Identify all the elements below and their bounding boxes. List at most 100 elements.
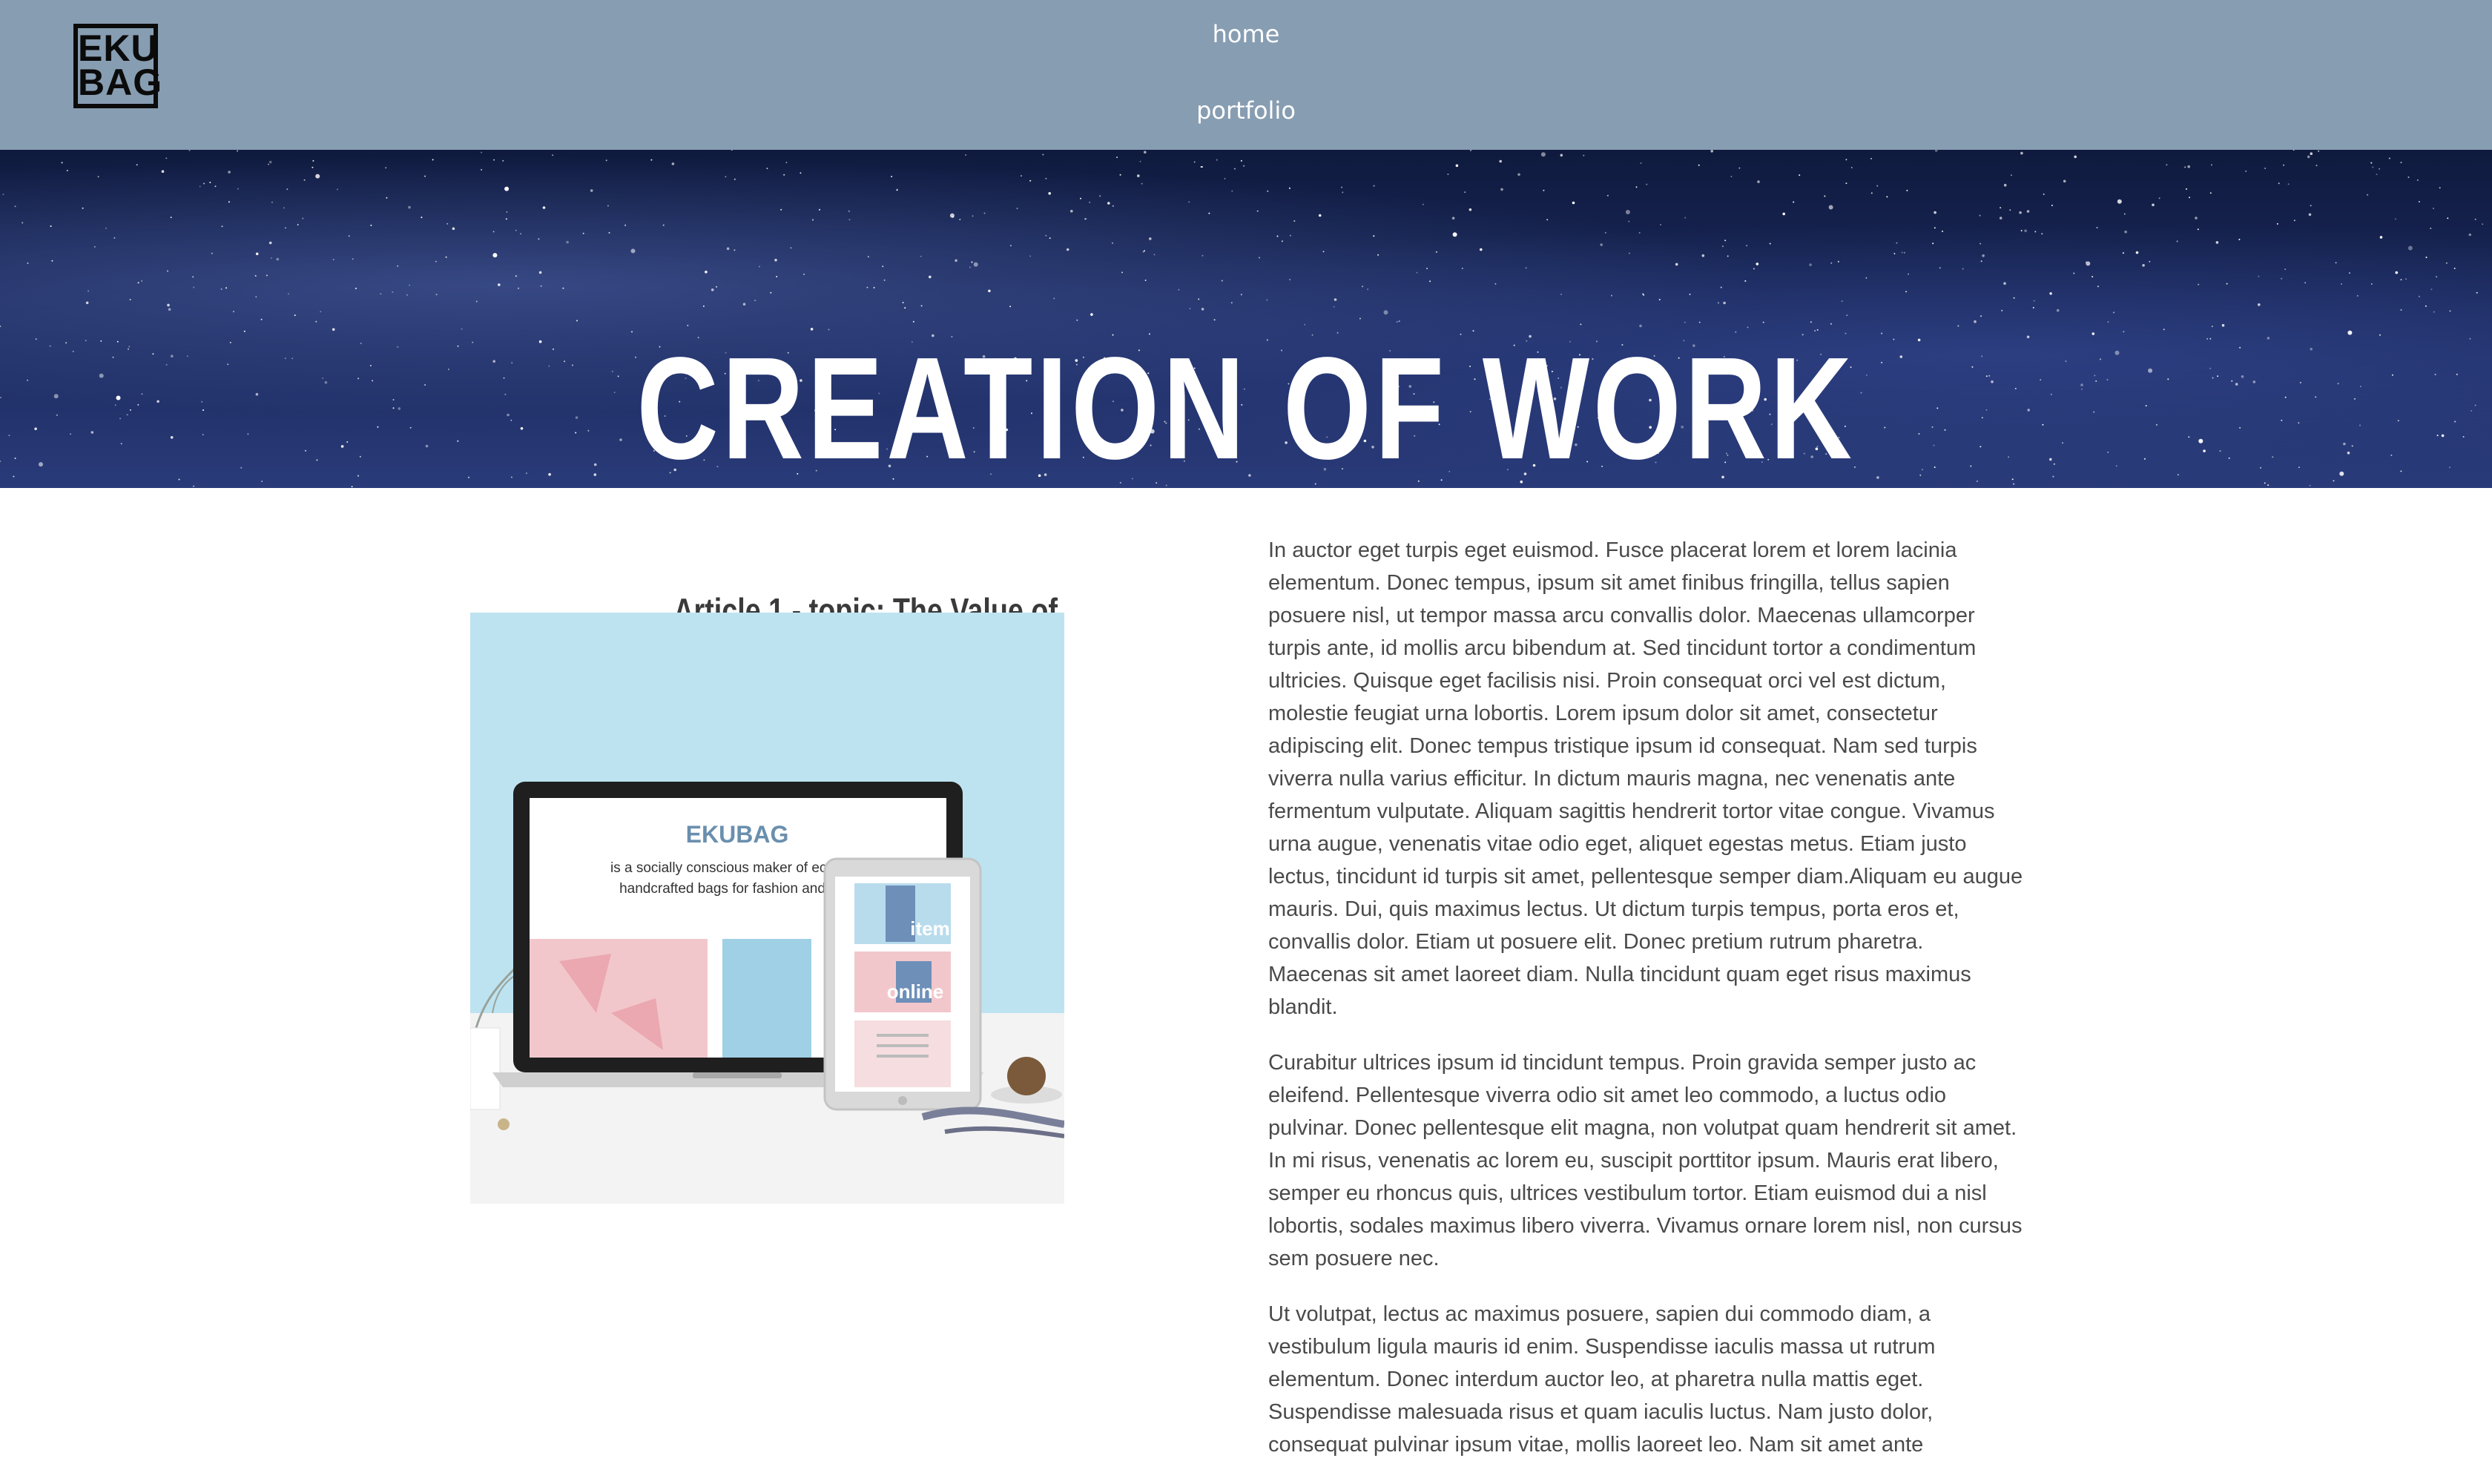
star bbox=[2436, 435, 2439, 437]
star bbox=[2400, 470, 2402, 472]
star bbox=[2135, 251, 2139, 254]
star bbox=[1359, 317, 1361, 320]
star bbox=[2315, 165, 2318, 167]
star bbox=[352, 258, 354, 260]
star bbox=[267, 163, 269, 165]
star bbox=[1756, 263, 1759, 266]
star bbox=[2339, 471, 2344, 476]
star bbox=[2469, 337, 2471, 340]
star bbox=[2351, 445, 2353, 447]
star bbox=[1934, 211, 1936, 214]
star bbox=[2370, 283, 2373, 285]
star bbox=[2318, 150, 2320, 152]
star bbox=[445, 256, 447, 258]
star bbox=[2299, 382, 2301, 383]
star bbox=[88, 290, 89, 292]
star bbox=[283, 207, 285, 209]
star bbox=[1769, 243, 1771, 245]
star bbox=[397, 265, 399, 267]
star bbox=[2122, 252, 2124, 254]
logo-line-2: BAG bbox=[78, 62, 163, 103]
star bbox=[1202, 254, 1204, 257]
star bbox=[2347, 451, 2350, 455]
star bbox=[2123, 331, 2125, 333]
star bbox=[1604, 231, 1606, 234]
star bbox=[14, 205, 16, 208]
star bbox=[2166, 164, 2168, 166]
star bbox=[1934, 150, 1938, 152]
star bbox=[114, 404, 116, 406]
star bbox=[82, 207, 84, 209]
star bbox=[1845, 159, 1847, 161]
star bbox=[221, 225, 223, 228]
star bbox=[540, 285, 542, 287]
star bbox=[112, 356, 114, 358]
star bbox=[2418, 295, 2420, 297]
star bbox=[1675, 263, 1678, 266]
star bbox=[2310, 205, 2312, 207]
star bbox=[2400, 279, 2402, 281]
star bbox=[742, 303, 746, 306]
star bbox=[202, 434, 204, 436]
star bbox=[2221, 323, 2225, 327]
star bbox=[2430, 288, 2433, 291]
star bbox=[1289, 234, 1291, 237]
star bbox=[51, 260, 53, 262]
star bbox=[988, 289, 991, 293]
star bbox=[446, 222, 449, 225]
star bbox=[1139, 160, 1141, 162]
star bbox=[1799, 174, 1801, 177]
star bbox=[2241, 375, 2244, 378]
star bbox=[1461, 267, 1463, 269]
star bbox=[2284, 396, 2287, 398]
star bbox=[2264, 168, 2267, 169]
star bbox=[1720, 286, 1722, 288]
star bbox=[0, 460, 1, 462]
star bbox=[2278, 182, 2280, 185]
star bbox=[2433, 208, 2435, 209]
star bbox=[1243, 165, 1245, 167]
star bbox=[891, 176, 893, 178]
star bbox=[1525, 267, 1527, 269]
star bbox=[1962, 268, 1964, 270]
star bbox=[119, 418, 122, 420]
star bbox=[1293, 220, 1296, 222]
star bbox=[1906, 189, 1908, 191]
star bbox=[1886, 196, 1888, 198]
star bbox=[129, 299, 131, 300]
star bbox=[1178, 288, 1180, 291]
nav-link-home[interactable]: home bbox=[0, 20, 2492, 48]
star bbox=[1119, 174, 1121, 176]
star bbox=[759, 266, 760, 268]
star bbox=[766, 168, 768, 170]
star bbox=[1216, 159, 1218, 161]
star bbox=[1499, 159, 1502, 163]
star bbox=[481, 168, 483, 171]
star bbox=[1416, 271, 1418, 274]
star bbox=[1121, 271, 1123, 274]
star bbox=[93, 245, 96, 248]
star bbox=[1660, 224, 1662, 225]
star bbox=[1281, 240, 1283, 243]
star bbox=[515, 229, 517, 231]
star bbox=[716, 286, 718, 288]
star bbox=[2394, 218, 2396, 220]
star bbox=[1429, 280, 1431, 283]
nav-link-portfolio[interactable]: portfolio bbox=[0, 96, 2492, 125]
star bbox=[1289, 279, 1291, 280]
star bbox=[803, 273, 805, 275]
star bbox=[1367, 288, 1369, 290]
star bbox=[1846, 314, 1848, 317]
star bbox=[1905, 291, 1907, 293]
star bbox=[2436, 276, 2438, 278]
star bbox=[2032, 306, 2034, 309]
star bbox=[904, 307, 906, 309]
star bbox=[576, 320, 578, 322]
star bbox=[27, 379, 29, 381]
star bbox=[2152, 203, 2155, 207]
star bbox=[848, 219, 851, 221]
star bbox=[2309, 484, 2311, 487]
star bbox=[229, 341, 231, 343]
star bbox=[56, 414, 58, 416]
star bbox=[734, 249, 736, 251]
